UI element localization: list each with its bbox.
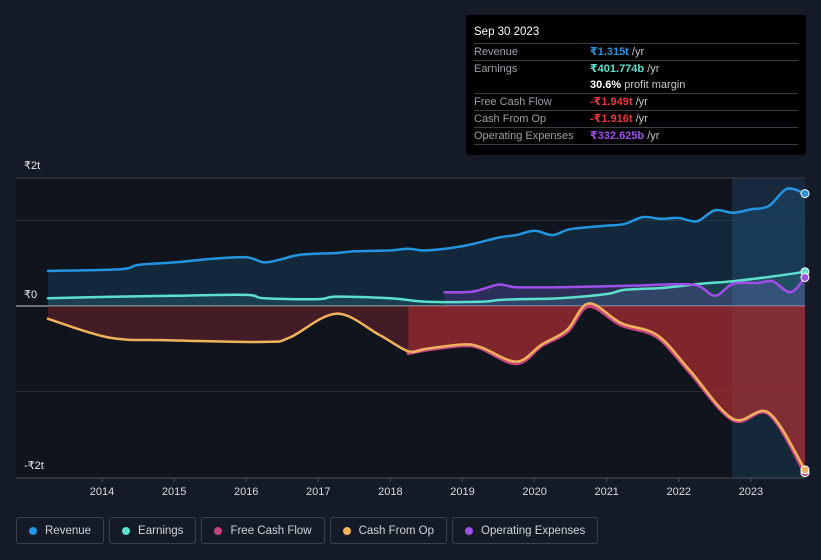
tooltip-suffix: profit margin [621, 79, 686, 91]
tooltip-label: Operating Expenses [474, 130, 574, 142]
legend-dot-icon [342, 526, 351, 535]
x-tick-label: 2020 [522, 486, 546, 498]
tooltip-label [474, 77, 590, 93]
legend-dot-icon [122, 526, 131, 535]
chart-legend: Revenue Earnings Free Cash Flow Cash Fro… [16, 517, 599, 544]
tooltip-row-profit-margin: 30.6% profit margin [474, 77, 798, 93]
y-tick-label-top: ₹2t [24, 160, 41, 172]
tooltip-value: -₹1.949t [590, 96, 633, 108]
tooltip-row-free-cash-flow: Free Cash Flow -₹1.949t /yr [474, 93, 798, 110]
tooltip-suffix: /yr [632, 96, 648, 108]
legend-item-earnings[interactable]: Earnings [109, 517, 197, 544]
tooltip-row-cash-from-op: Cash From Op -₹1.916t /yr [474, 110, 798, 127]
operating-expenses-end-marker [800, 273, 810, 283]
tooltip-row-revenue: Revenue ₹1.315t /yr [474, 43, 798, 60]
tooltip-value: 30.6% [590, 79, 622, 91]
legend-label: Earnings [138, 524, 184, 537]
tooltip-suffix: /yr [632, 113, 648, 125]
tooltip-value: ₹401.774b [590, 63, 645, 75]
x-tick-label: 2018 [378, 486, 402, 498]
x-tick-label: 2017 [306, 486, 330, 498]
revenue-end-marker [800, 189, 810, 199]
legend-dot-icon [214, 526, 223, 535]
tooltip-value: ₹1.315t [590, 46, 629, 58]
x-tick-label: 2015 [162, 486, 186, 498]
x-tick-label: 2016 [234, 486, 258, 498]
tooltip-label: Free Cash Flow [474, 96, 552, 108]
tooltip-label: Revenue [474, 46, 519, 58]
legend-item-operating-expenses[interactable]: Operating Expenses [452, 517, 599, 544]
x-tick-label: 2022 [667, 486, 691, 498]
cash-from-op-end-marker [800, 465, 810, 475]
x-tick-label: 2014 [90, 486, 114, 498]
legend-item-revenue[interactable]: Revenue [16, 517, 105, 544]
x-tick-label: 2023 [739, 486, 763, 498]
legend-item-free-cash-flow[interactable]: Free Cash Flow [201, 517, 325, 544]
tooltip-suffix: /yr [644, 130, 660, 142]
data-tooltip: Sep 30 2023 Revenue ₹1.315t /yr Earnings… [466, 15, 806, 155]
y-tick-label-bottom: -₹2t [24, 460, 44, 472]
tooltip-date: Sep 30 2023 [474, 26, 540, 38]
tooltip-value: ₹332.625b [590, 130, 645, 142]
tooltip-label: Cash From Op [474, 113, 547, 125]
tooltip-suffix: /yr [628, 46, 645, 58]
legend-item-cash-from-op[interactable]: Cash From Op [329, 517, 448, 544]
x-tick-label: 2019 [450, 486, 474, 498]
legend-dot-icon [465, 526, 474, 535]
legend-label: Operating Expenses [481, 524, 586, 537]
tooltip-row-operating-expenses: Operating Expenses ₹332.625b /yr [474, 127, 798, 144]
legend-label: Free Cash Flow [230, 524, 312, 537]
legend-dot-icon [29, 526, 37, 535]
tooltip-value: -₹1.916t [590, 113, 633, 125]
tooltip-divider [474, 144, 798, 145]
tooltip-row-earnings: Earnings ₹401.774b /yr [474, 60, 798, 77]
tooltip-label: Earnings [474, 63, 518, 75]
legend-label: Revenue [45, 524, 92, 537]
x-tick-label: 2021 [594, 486, 618, 498]
legend-label: Cash From Op [358, 524, 435, 537]
y-tick-label-zero: ₹0 [24, 289, 38, 301]
tooltip-suffix: /yr [644, 63, 660, 75]
x-axis: 2014 2015 2016 2017 2018 2019 2020 2021 2022 2023 [16, 477, 805, 498]
